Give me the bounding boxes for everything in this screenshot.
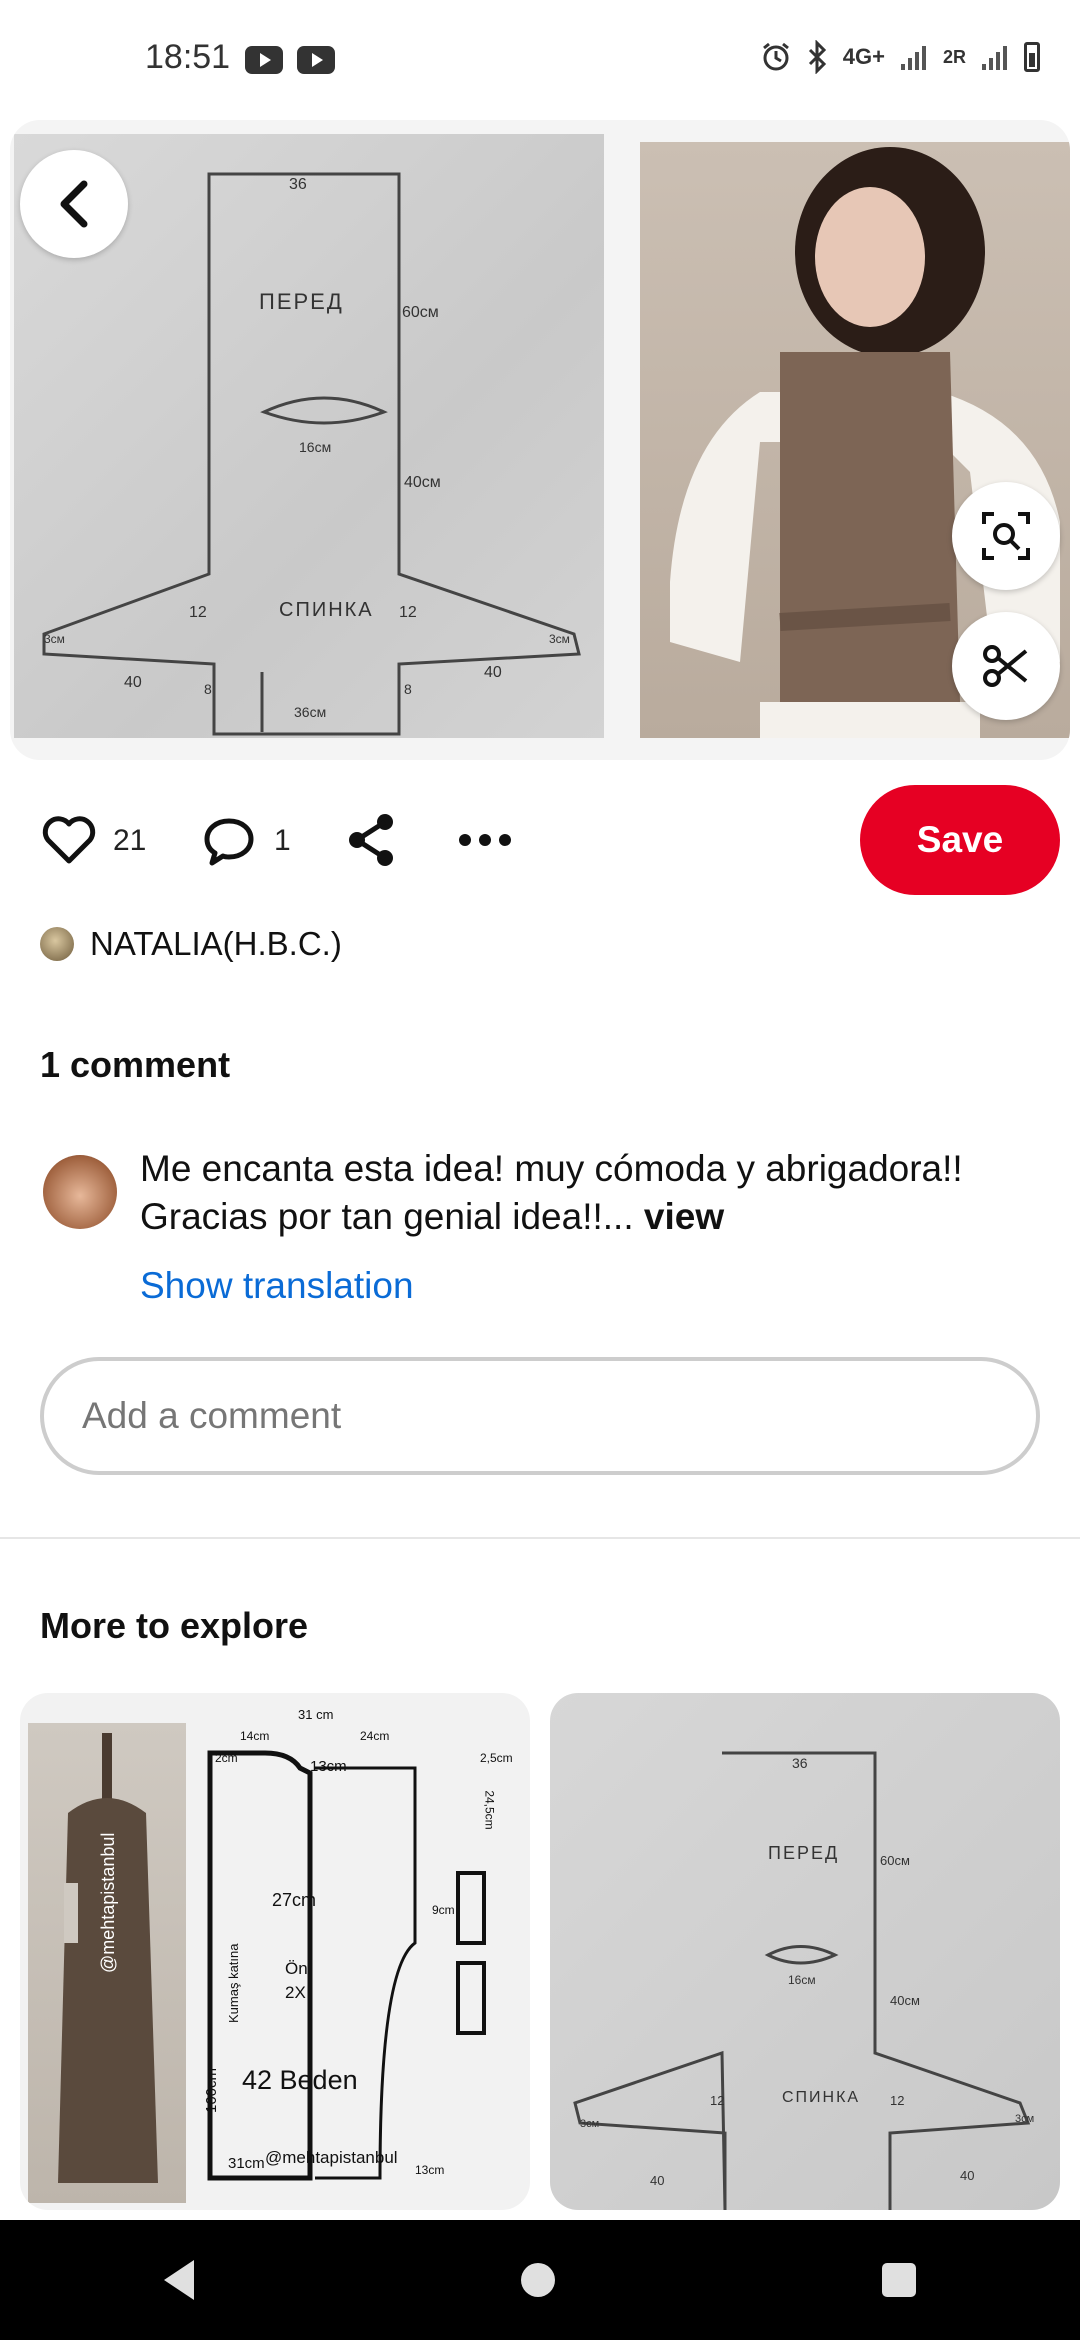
pattern-strap-right: 3см bbox=[549, 632, 570, 646]
explore-pin-card[interactable]: 36 ПЕРЕД 60см 16см 40см СПИНКА 12 12 3см… bbox=[550, 1693, 1060, 2210]
signal-icon bbox=[982, 46, 1007, 70]
lens-search-icon bbox=[982, 512, 1030, 560]
like-button[interactable] bbox=[42, 815, 96, 870]
dress-photo: @mehtapistanbul bbox=[28, 1723, 186, 2203]
card1-e: 2,5cm bbox=[480, 1751, 513, 1765]
comment-body: Me encanta esta idea! muy cómoda y abrig… bbox=[140, 1148, 963, 1237]
comment-button[interactable] bbox=[202, 815, 256, 872]
card1-bottom2: 13cm bbox=[415, 2163, 445, 2177]
youtube-notification-icon bbox=[245, 46, 283, 74]
card1-on: Ön bbox=[285, 1959, 308, 1978]
card1-f: 27cm bbox=[272, 1890, 317, 1910]
pattern-top-width: 36 bbox=[289, 176, 307, 193]
card2-strap-right: 3см bbox=[1015, 2113, 1035, 2125]
card2-side-right: 40 bbox=[960, 2168, 975, 2183]
signal-icon bbox=[900, 46, 926, 70]
pattern-front-label: ПЕРЕД bbox=[259, 289, 344, 314]
pattern-bottom-left: 8 bbox=[204, 681, 212, 697]
more-to-explore-title: More to explore bbox=[40, 1605, 309, 1646]
comment-text: Me encanta esta idea! muy cómoda y abrig… bbox=[140, 1145, 1040, 1241]
cutout-button[interactable] bbox=[952, 612, 1060, 720]
comment-count: 1 bbox=[274, 824, 291, 857]
card2-front-label: ПЕРЕД bbox=[768, 1843, 840, 1863]
pin-image-area: 36 ПЕРЕД 60см 16см 40см СПИНКА 12 12 3см… bbox=[10, 120, 1070, 760]
share-button[interactable] bbox=[345, 812, 397, 873]
show-translation-link[interactable]: Show translation bbox=[140, 1265, 414, 1307]
save-button[interactable]: Save bbox=[860, 785, 1060, 895]
scissors-icon bbox=[983, 645, 1028, 687]
comments-title: 1 comment bbox=[40, 1044, 231, 1085]
pattern-mid-height: 40см bbox=[404, 474, 441, 491]
card2-mid-height: 40см bbox=[890, 1993, 920, 2008]
card1-length: 100cm bbox=[203, 2067, 220, 2113]
card1-bottom: 31cm bbox=[228, 2155, 265, 2172]
pattern-shoulder-left: 12 bbox=[189, 604, 207, 621]
pattern-neck-label: 16см bbox=[299, 439, 332, 455]
card1-watermark: @mehtapistanbul bbox=[98, 1832, 118, 1973]
comment-icon bbox=[204, 818, 254, 866]
network-type: 4G+ bbox=[842, 44, 885, 69]
card2-neck: 16см bbox=[788, 1973, 816, 1987]
card1-handle: @mehtapistanbul bbox=[265, 2148, 398, 2167]
add-comment-input[interactable] bbox=[40, 1357, 1040, 1475]
heart-icon bbox=[42, 816, 96, 864]
card2-front-height: 60см bbox=[880, 1853, 910, 1868]
back-button[interactable] bbox=[20, 150, 128, 258]
more-options-button[interactable] bbox=[458, 830, 512, 855]
card1-size: 42 Beden bbox=[242, 2065, 358, 2095]
pattern-shoulder-right: 12 bbox=[399, 604, 417, 621]
explore-pin-card[interactable]: @mehtapistanbul 31 cm 14cm 24cm 2cm 13cm… bbox=[20, 1693, 530, 2210]
system-navigation-bar bbox=[0, 2220, 1080, 2340]
pattern-bottom-right: 8 bbox=[404, 681, 412, 697]
status-icons: 4G+ 2R bbox=[759, 40, 1040, 74]
nav-recents-button[interactable] bbox=[882, 2263, 917, 2297]
divider bbox=[0, 1537, 1080, 1539]
like-count: 21 bbox=[113, 824, 147, 857]
nav-back-button[interactable] bbox=[163, 2260, 194, 2300]
author-avatar bbox=[40, 927, 74, 961]
card2-top-width: 36 bbox=[792, 1755, 808, 1771]
pattern-side-left: 40 bbox=[124, 674, 142, 691]
commenter-avatar[interactable] bbox=[43, 1155, 117, 1229]
pattern-strap-left: 3см bbox=[44, 632, 65, 646]
card2-strap-left: 3см bbox=[580, 2118, 600, 2130]
bluetooth-icon bbox=[808, 40, 826, 74]
status-time: 18:51 bbox=[145, 38, 231, 76]
author-row[interactable]: NATALIA(H.B.C.) bbox=[40, 925, 342, 963]
pattern-front-height: 60см bbox=[402, 304, 439, 321]
card1-2x: 2X bbox=[285, 1983, 306, 2002]
card1-b: 24cm bbox=[360, 1729, 390, 1743]
pattern-back-label: СПИНКА bbox=[279, 599, 374, 621]
card2-side-left: 40 bbox=[650, 2173, 665, 2188]
nav-home-button[interactable] bbox=[520, 2263, 555, 2297]
youtube-notification-icon bbox=[297, 46, 335, 74]
chevron-left-icon bbox=[60, 180, 88, 228]
battery-icon bbox=[1024, 42, 1040, 72]
pattern-bottom-width: 36см bbox=[294, 704, 327, 720]
alarm-icon bbox=[762, 42, 789, 71]
card1-c: 2cm bbox=[215, 1751, 238, 1765]
sim2-label: 2R bbox=[942, 46, 966, 67]
card2-shoulder-right: 12 bbox=[890, 2093, 905, 2108]
card1-g: 9cm bbox=[432, 1903, 455, 1917]
more-dots-icon bbox=[459, 834, 511, 846]
comment-view-link[interactable]: view bbox=[644, 1196, 724, 1237]
card1-top: 31 cm bbox=[298, 1707, 334, 1722]
pattern-side-right: 40 bbox=[484, 664, 502, 681]
card1-fabric: Kumaş katına bbox=[226, 1943, 241, 2024]
card2-shoulder-left: 12 bbox=[710, 2093, 725, 2108]
card1-h: 24,5cm bbox=[482, 1790, 497, 1830]
visual-search-button[interactable] bbox=[952, 482, 1060, 590]
author-name: NATALIA(H.B.C.) bbox=[90, 925, 342, 962]
card1-d: 13cm bbox=[310, 1758, 347, 1775]
share-icon bbox=[349, 814, 393, 866]
card1-a: 14cm bbox=[240, 1729, 270, 1743]
card2-back-label: СПИНКА bbox=[782, 2089, 861, 2106]
